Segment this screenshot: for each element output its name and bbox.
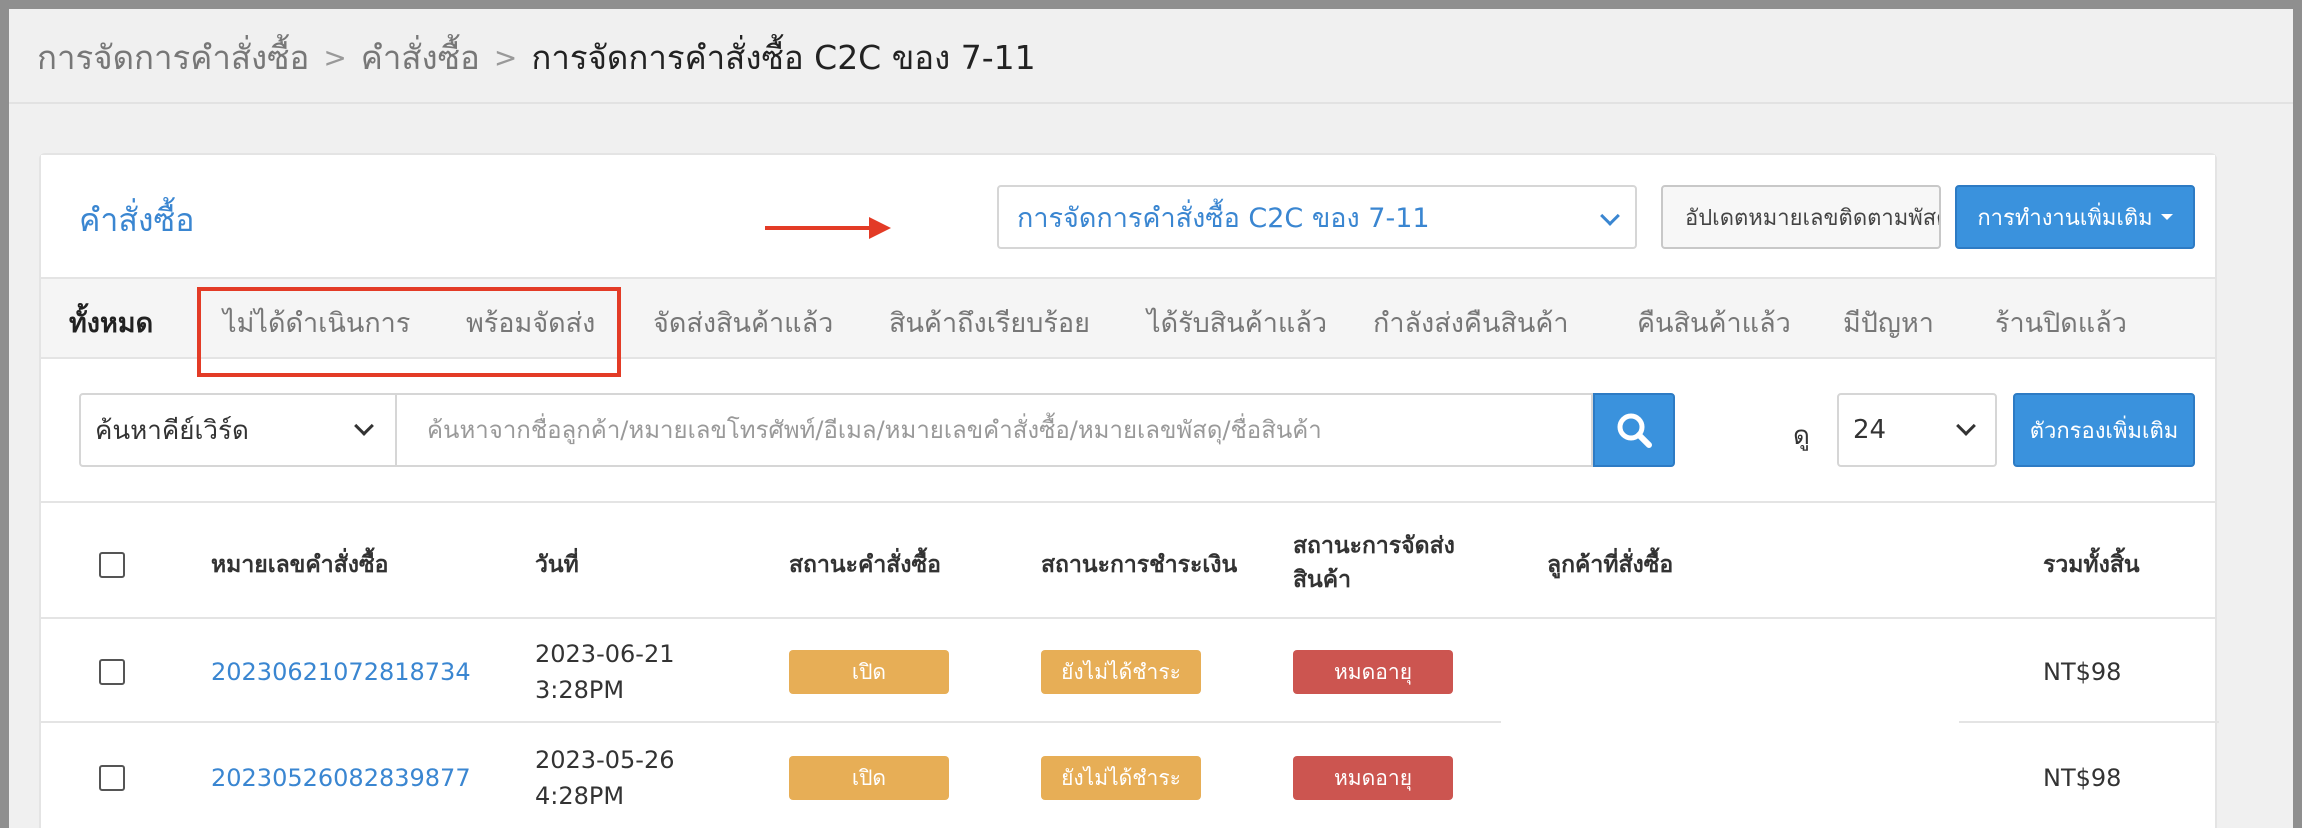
order-date: 2023-06-21 [535,640,675,668]
row-divider [41,617,2215,619]
tab-shipped[interactable]: จัดส่งสินค้าแล้ว [653,301,833,344]
keyword-select-value: ค้นหาคีย์เวิร์ด [95,415,249,446]
update-tracking-button[interactable]: อัปเดตหมายเลขติดตามพัสดุ [1661,185,1941,249]
row-divider [41,721,1501,723]
page-title: คำสั่งซื้อ [79,201,195,239]
more-filters-button[interactable]: ตัวกรองเพิ่มเติม [2013,393,2195,467]
order-number-link[interactable]: 20230526082839877 [211,761,471,795]
per-page-value: 24 [1853,415,1887,445]
shipping-status-badge: หมดอายุ [1293,650,1453,694]
tab-problem[interactable]: มีปัญหา [1843,301,1934,344]
per-page-select[interactable]: 24 [1837,393,1997,467]
status-tabs: ทั้งหมด ไม่ได้ดำเนินการ พร้อมจัดส่ง จัดส… [41,279,2215,377]
order-total: NT$98 [2043,764,2122,792]
breadcrumb-separator: > [323,40,347,74]
view-select[interactable]: การจัดการคำสั่งซื้อ C2C ของ 7-11 [997,185,1637,249]
row-checkbox[interactable] [99,659,125,685]
breadcrumb-current: การจัดการคำสั่งซื้อ C2C ของ 7-11 [531,37,1036,77]
order-number-link[interactable]: 20230621072818734 [211,655,471,689]
order-time: 3:28PM [535,676,625,704]
column-header-customer: ลูกค้าที่สั่งซื้อ [1547,552,1674,578]
chevron-down-icon [354,416,374,436]
payment-status-badge: ยังไม่ได้ชำระ [1041,756,1201,800]
shipping-status-badge: หมดอายุ [1293,756,1453,800]
column-header-order-number[interactable]: หมายเลขคำสั่งซื้อ [211,548,388,582]
chevron-down-icon [1600,206,1620,226]
caret-down-icon [2160,214,2173,220]
order-total: NT$98 [2043,658,2122,686]
search-icon [1617,413,1652,448]
column-header-order-status: สถานะคำสั่งซื้อ [789,552,941,578]
tab-returning[interactable]: กำลังส่งคืนสินค้า [1373,301,1569,344]
column-header-date[interactable]: วันที่ [535,548,579,582]
breadcrumb-item-orders[interactable]: คำสั่งซื้อ [361,31,480,84]
breadcrumb-item-orders-management[interactable]: การจัดการคำสั่งซื้อ [37,31,309,84]
table-divider [41,501,2215,503]
view-label: ดู [1793,421,1810,451]
panel-header: คำสั่งซื้อ การจัดการคำสั่งซื้อ C2C ของ 7… [41,155,2215,279]
breadcrumb: การจัดการคำสั่งซื้อ > คำสั่งซื้อ > การจั… [37,33,1036,81]
column-header-shipping-status-line1: สถานะการจัดส่ง [1293,533,1455,559]
annotation-highlight-box [197,287,621,377]
select-all-checkbox[interactable] [99,552,125,578]
order-status-badge: เปิด [789,650,949,694]
more-actions-button[interactable]: การทำงานเพิ่มเติม [1955,185,2195,249]
more-actions-label: การทำงานเพิ่มเติม [1977,205,2153,231]
search-input[interactable] [397,393,1593,467]
view-select-value: การจัดการคำสั่งซื้อ C2C ของ 7-11 [1017,202,1430,234]
keyword-select[interactable]: ค้นหาคีย์เวิร์ด [79,393,397,467]
breadcrumb-separator: > [493,40,518,74]
row-checkbox[interactable] [99,765,125,791]
column-header-total[interactable]: รวมทั้งสิ้น [2043,548,2140,582]
tab-returned[interactable]: คืนสินค้าแล้ว [1637,301,1791,344]
tab-received[interactable]: ได้รับสินค้าแล้ว [1147,301,1327,344]
order-status-badge: เปิด [789,756,949,800]
order-date: 2023-05-26 [535,746,675,774]
annotation-arrow-head [869,217,891,239]
orders-panel: คำสั่งซื้อ การจัดการคำสั่งซื้อ C2C ของ 7… [39,153,2219,828]
tab-store-closed[interactable]: ร้านปิดแล้ว [1995,301,2127,344]
row-divider [1959,721,2219,723]
app-window: การจัดการคำสั่งซื้อ > คำสั่งซื้อ > การจั… [9,9,2293,828]
column-header-shipping-status-line2: สินค้า [1293,567,1352,593]
payment-status-badge: ยังไม่ได้ชำระ [1041,650,1201,694]
chevron-down-icon [1956,416,1976,436]
search-button[interactable] [1593,393,1675,467]
order-time: 4:28PM [535,782,625,810]
tab-arrived[interactable]: สินค้าถึงเรียบร้อย [889,301,1090,344]
column-header-shipping-status: สถานะการจัดส่ง สินค้า [1293,529,1455,597]
tab-all[interactable]: ทั้งหมด [69,301,153,344]
divider [9,102,2293,104]
column-header-payment-status: สถานะการชำระเงิน [1041,552,1238,578]
annotation-arrow [765,226,875,230]
